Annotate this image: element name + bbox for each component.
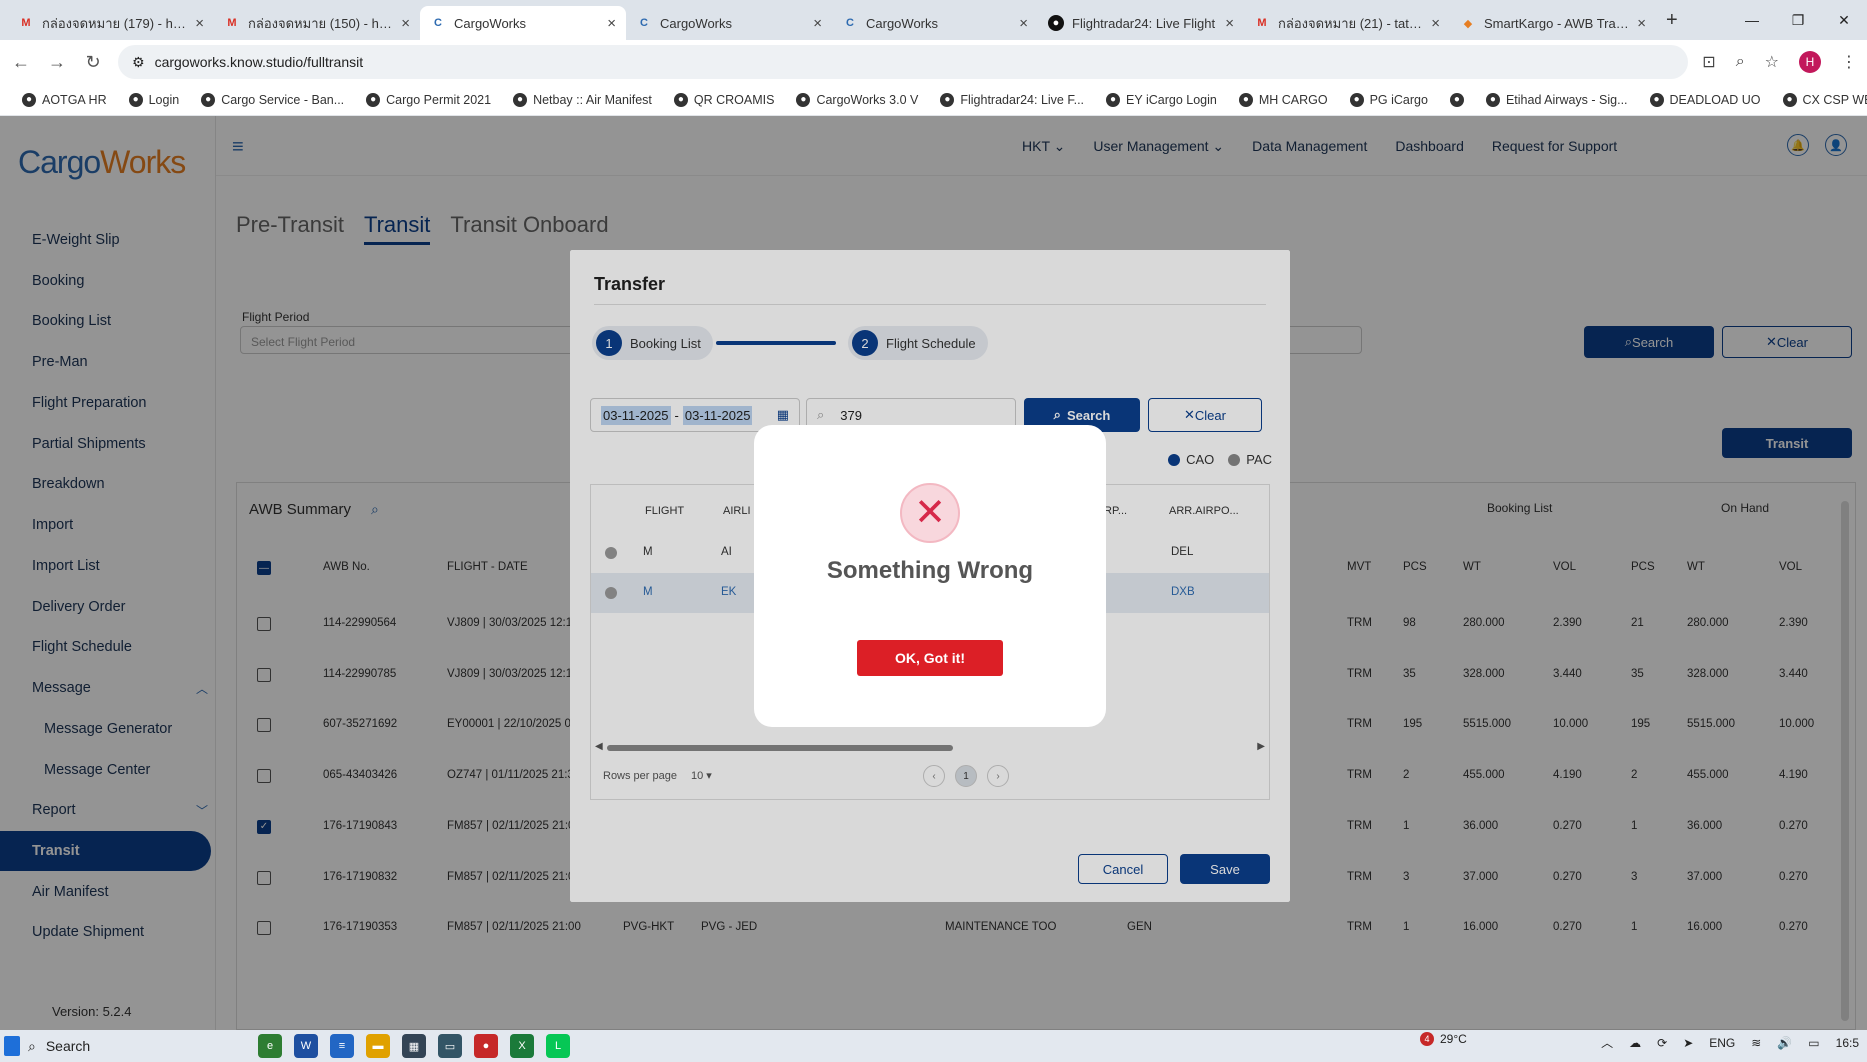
bookmark[interactable]: ●CX CSP WEB APP IN...	[1782, 92, 1867, 107]
browser-tab[interactable]: C CargoWorks ×	[832, 6, 1038, 40]
excel-icon[interactable]: X	[510, 1034, 534, 1058]
bookmark-icon: ●	[1485, 92, 1500, 107]
browser-tab-active[interactable]: C CargoWorks ×	[420, 6, 626, 40]
window-close-icon[interactable]: ✕	[1821, 0, 1867, 40]
browser-tab[interactable]: C CargoWorks ×	[626, 6, 832, 40]
browser-tab[interactable]: ◆ SmartKargo - AWB Trackin ×	[1450, 6, 1656, 40]
calculator-icon[interactable]: ▦	[402, 1034, 426, 1058]
volume-icon[interactable]: 🔊	[1777, 1036, 1792, 1050]
bookmark-icon: ●	[1649, 92, 1664, 107]
notepad-icon[interactable]: ≡	[330, 1034, 354, 1058]
battery-icon[interactable]: ▭	[1808, 1036, 1819, 1050]
bookmark-icon: ●	[673, 92, 688, 107]
bookmark-icon: ●	[1349, 92, 1364, 107]
send-icon[interactable]: ➤	[1683, 1036, 1693, 1050]
bookmark-icon: ●	[796, 92, 811, 107]
windows-start-icon[interactable]	[4, 1036, 20, 1056]
folder-icon[interactable]: ▬	[366, 1034, 390, 1058]
minimize-icon[interactable]: —	[1729, 0, 1775, 40]
ok-button[interactable]: OK, Got it!	[857, 640, 1003, 676]
forward-icon[interactable]: →	[46, 52, 68, 73]
bookmark-icon: ●	[513, 92, 528, 107]
bookmark-icon: ●	[1238, 92, 1253, 107]
bookmark-icon: ●	[201, 92, 216, 107]
chrome-icon[interactable]: ●	[474, 1034, 498, 1058]
search-icon: ⌕	[28, 1037, 36, 1054]
cargoworks-icon: C	[434, 17, 442, 29]
star-icon[interactable]: ☆	[1765, 52, 1779, 72]
word-icon[interactable]: W	[294, 1034, 318, 1058]
error-x-icon: ✕	[900, 483, 960, 543]
restore-icon[interactable]: ❐	[1775, 0, 1821, 40]
back-icon[interactable]: ←	[10, 52, 32, 73]
alert-title: Something Wrong	[826, 557, 1034, 584]
bookmark[interactable]: ● MH CARGO	[1238, 92, 1328, 107]
bookmark[interactable]: ●	[1449, 92, 1464, 107]
close-icon[interactable]: ×	[1637, 15, 1646, 32]
close-icon[interactable]: ×	[813, 15, 822, 32]
cargoworks-icon: C	[640, 17, 648, 29]
close-icon[interactable]: ×	[401, 15, 410, 32]
close-icon[interactable]: ×	[195, 15, 204, 32]
zoom-icon[interactable]: ⌕	[1736, 53, 1745, 71]
edge-icon[interactable]: e	[258, 1034, 282, 1058]
weather-widget[interactable]: 4 29°C	[1420, 1032, 1467, 1046]
menu-icon[interactable]: ⋮	[1841, 52, 1857, 72]
bookmark-icon: ●	[1449, 92, 1464, 107]
taskbar-search[interactable]: ⌕ Search	[28, 1034, 228, 1058]
bookmark[interactable]: ● EY iCargo Login	[1106, 92, 1217, 107]
bookmark[interactable]: ● Etihad Airways - Sig...	[1485, 92, 1628, 107]
browser-tab-strip: M กล่องจดหมาย (179) - hktfo × M กล่องจดหมาย…	[0, 0, 1867, 40]
bookmark[interactable]: ● Flightradar24: Live F...	[940, 92, 1084, 107]
monitor-icon[interactable]: ▭	[438, 1034, 462, 1058]
browser-tab[interactable]: M กล่องจดหมาย (179) - hktfo ×	[8, 6, 214, 40]
reload-icon[interactable]: ↻	[82, 52, 104, 73]
window-controls: — ❐ ✕	[1729, 0, 1867, 40]
close-icon[interactable]: ×	[607, 15, 616, 32]
bookmark[interactable]: ● Cargo Service - Ban...	[201, 92, 344, 107]
gmail-icon: M	[21, 17, 31, 29]
browser-tab[interactable]: M กล่องจดหมาย (21) - tatchan ×	[1244, 6, 1450, 40]
url-input[interactable]: ⚙ cargoworks.know.studio/fulltransit	[118, 45, 1689, 79]
line-icon[interactable]: L	[546, 1034, 570, 1058]
gmail-icon: M	[1257, 17, 1267, 29]
bookmark[interactable]: ● Cargo Permit 2021	[366, 92, 491, 107]
profile-avatar[interactable]: H	[1799, 51, 1821, 73]
cargoworks-icon: C	[846, 17, 854, 29]
close-icon[interactable]: ×	[1431, 15, 1440, 32]
bookmark[interactable]: ● Login	[128, 92, 179, 107]
bookmark-icon: ●	[366, 92, 381, 107]
wifi-icon[interactable]: ≋	[1751, 1036, 1761, 1050]
browser-tab[interactable]: M กล่องจดหมาย (150) - hktfl ×	[214, 6, 420, 40]
gmail-icon: M	[227, 17, 237, 29]
address-bar-row: ← → ↻ ⚙ cargoworks.know.studio/fulltrans…	[0, 40, 1867, 84]
bookmark-icon: ●	[22, 92, 36, 107]
bookmark[interactable]: ● PG iCargo	[1349, 92, 1428, 107]
close-icon[interactable]: ×	[1019, 15, 1028, 32]
site-info-icon[interactable]: ⚙	[132, 54, 145, 71]
bookmark[interactable]: ● AOTGA HR	[22, 92, 107, 107]
sync-icon[interactable]: ⟳	[1657, 1036, 1667, 1050]
clock[interactable]: 16:5	[1836, 1036, 1859, 1050]
cloud-icon[interactable]: ☁	[1629, 1036, 1641, 1050]
smartkargo-icon: ◆	[1463, 17, 1473, 30]
bookmarks-bar: ● AOTGA HR ● Login ● Cargo Service - Ban...…	[0, 84, 1867, 116]
language-indicator[interactable]: ENG	[1709, 1036, 1735, 1050]
close-icon[interactable]: ×	[1225, 15, 1234, 32]
bookmark[interactable]: ● CargoWorks 3.0 V	[796, 92, 918, 107]
error-alert: ✕ Something Wrong OK, Got it!	[754, 425, 1106, 727]
taskbar: ⌕ Search e W ≡ ▬ ▦ ▭ ● X L 4 29°C ︿ ☁ ⟳ ➤ …	[0, 1030, 1867, 1062]
bookmark[interactable]: ● DEADLOAD UO	[1649, 92, 1761, 107]
flightradar-icon: ●	[1048, 15, 1064, 31]
bookmark-icon: ●	[1106, 92, 1121, 107]
bookmark[interactable]: ● Netbay :: Air Manifest	[513, 92, 652, 107]
chevron-up-icon[interactable]: ︿	[1601, 1034, 1613, 1051]
bookmark-icon: ●	[1782, 92, 1797, 107]
bookmark-icon: ●	[940, 92, 955, 107]
install-icon[interactable]: ⊡	[1702, 52, 1715, 72]
new-tab-icon[interactable]: +	[1666, 9, 1678, 32]
bookmark-icon: ●	[128, 92, 143, 107]
browser-tab[interactable]: ● Flightradar24: Live Flight ×	[1038, 6, 1244, 40]
bookmark[interactable]: ● QR CROAMIS	[673, 92, 774, 107]
